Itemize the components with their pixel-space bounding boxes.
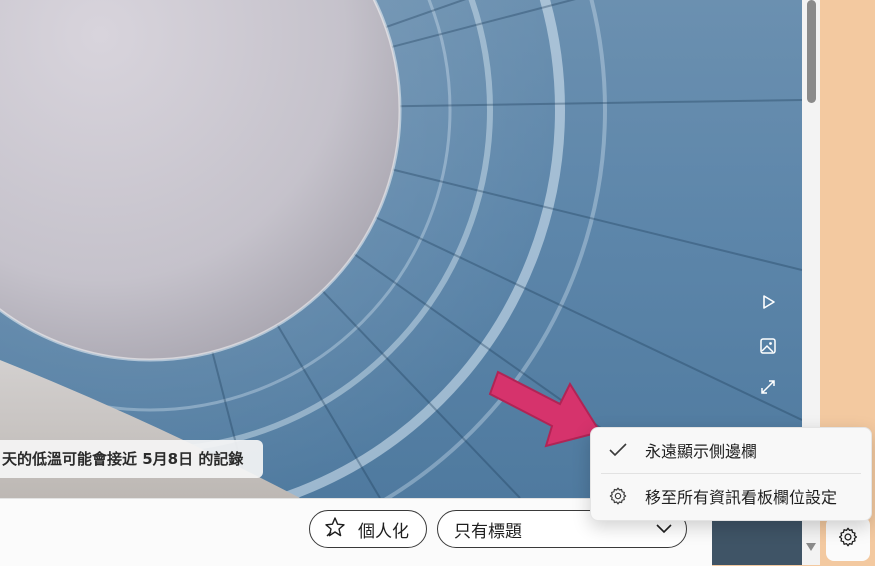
personalize-button[interactable]: 個人化 [309,510,427,548]
play-icon [759,293,777,315]
menu-item-label: 移至所有資訊看板欄位設定 [645,488,838,507]
sparkle-star-icon [324,516,346,543]
gear-icon [837,526,859,552]
gear-icon [591,486,645,506]
menu-item-always-show-sidebar[interactable]: 永遠顯示側邊欄 [591,428,871,472]
hero-image[interactable] [0,0,802,498]
menu-item-label: 永遠顯示側邊欄 [645,442,758,461]
view-select-value: 只有標題 [454,521,522,542]
expand-button[interactable] [754,375,782,403]
personalize-label: 個人化 [358,521,409,542]
image-icon [759,337,777,359]
sidebar-settings-menu: 永遠顯示側邊欄 移至所有資訊看板欄位設定 [590,427,872,521]
image-button[interactable] [754,334,782,362]
hero-caption[interactable]: 天的低溫可能會接近 5月8日 的記錄 [0,440,264,478]
chevron-down-icon [656,519,672,539]
settings-button[interactable] [826,517,870,561]
scrollbar-thumb[interactable] [807,0,816,103]
triangle-down-icon [805,537,817,556]
arrow-annotation [488,370,602,448]
menu-item-feed-settings[interactable]: 移至所有資訊看板欄位設定 [591,474,871,518]
expand-icon [759,378,777,400]
play-button[interactable] [754,290,782,318]
checkmark-icon [591,442,645,458]
scroll-down-button[interactable] [804,540,818,552]
